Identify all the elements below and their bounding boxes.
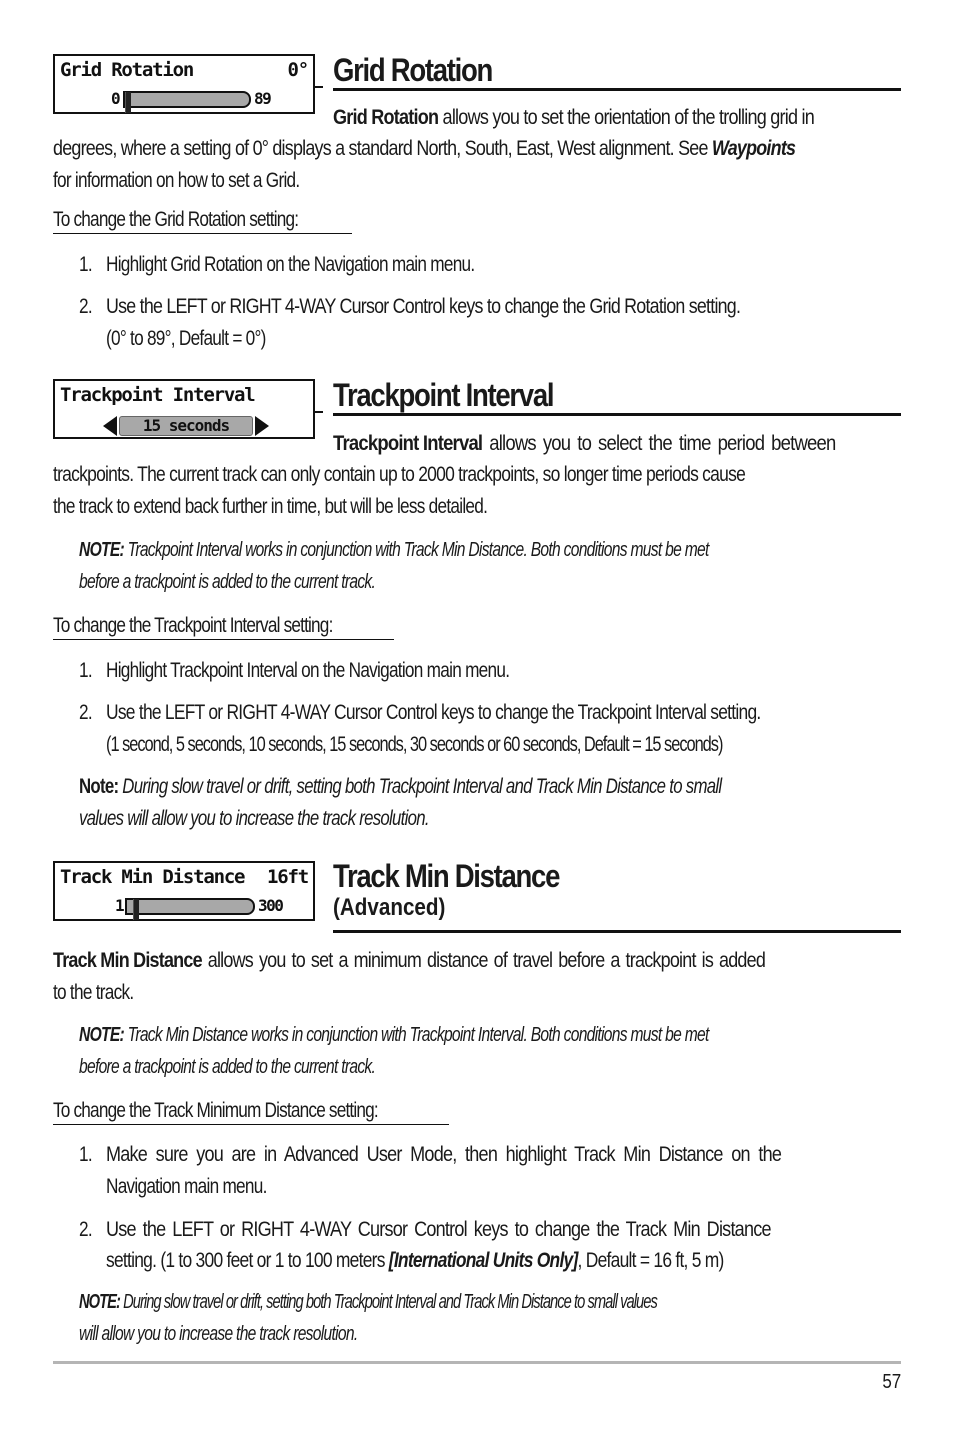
trackpoint-interval-intro-line3: the track to extend back further in time…: [53, 495, 488, 518]
step-number: 1.: [79, 253, 93, 276]
track-min-distance-note: NOTE: Track Min Distance works in conjun…: [79, 1024, 709, 1078]
step-text-continued: (0° to 89°, Default = 0°): [106, 327, 266, 350]
note-label: NOTE:: [79, 539, 125, 561]
trackpoint-interval-note: NOTE: Trackpoint Interval works in conju…: [79, 539, 709, 593]
term-bold: Track Min Distance: [53, 949, 203, 972]
note-label: Note:: [79, 775, 119, 798]
step-number: 2.: [79, 295, 93, 318]
trackpoint-interval-note-2: Note: During slow travel or drift, setti…: [79, 775, 722, 830]
procedure-title-track-min-distance: To change the Track Minimum Distance set…: [53, 1098, 450, 1125]
slider-thumb: [125, 92, 131, 113]
trackpoint-interval-menu-widget: Trackpoint Interval 15 seconds: [53, 379, 315, 439]
track-min-distance-intro-line1: Track Min Distance allows you to set a m…: [53, 949, 766, 972]
grid-rotation-intro-line3: for information on how to set a Grid.: [53, 169, 300, 192]
slider-max-label: 300: [258, 896, 284, 915]
widget-value: 16ft: [267, 866, 309, 888]
section-heading-trackpoint-interval: Trackpoint Interval: [333, 377, 901, 416]
slider-track: [123, 91, 251, 113]
step-text: Use the LEFT or RIGHT 4-WAY Cursor Contr…: [106, 295, 741, 318]
widget-connector: [315, 411, 323, 413]
note-label: NOTE:: [79, 1024, 125, 1046]
term-bold: Trackpoint Interval: [333, 432, 483, 455]
widget-value: 0°: [287, 59, 310, 81]
step-text: Use the LEFT or RIGHT 4-WAY Cursor Contr…: [106, 1218, 772, 1241]
widget-label: Grid Rotation: [60, 59, 194, 81]
slider-max-label: 89: [254, 89, 272, 108]
step-number: 1.: [79, 659, 93, 682]
step-number: 2.: [79, 701, 93, 724]
widget-connector: [315, 86, 323, 88]
step-text: Highlight Trackpoint Interval on the Nav…: [106, 659, 510, 682]
grid-rotation-slider: 0 89: [111, 89, 311, 113]
step-text-continued: Navigation main menu.: [106, 1175, 267, 1198]
procedure-title-grid-rotation: To change the Grid Rotation setting:: [53, 207, 353, 234]
footer-rule: [53, 1361, 901, 1364]
procedure-title-trackpoint-interval: To change the Trackpoint Interval settin…: [53, 613, 394, 640]
widget-label: Track Min Distance: [60, 866, 246, 888]
heading-title: Grid Rotation: [333, 52, 493, 88]
slider-thumb: [133, 899, 139, 920]
heading-subtitle: (Advanced): [333, 894, 446, 921]
widget-label: Trackpoint Interval: [60, 384, 256, 406]
heading-title: Track Min Distance: [333, 858, 560, 894]
step-number: 1.: [79, 1143, 93, 1166]
heading-title: Trackpoint Interval: [333, 377, 554, 413]
step-text: Make sure you are in Advanced User Mode,…: [106, 1143, 782, 1166]
track-min-distance-note-2: NOTE: During slow travel or drift, setti…: [79, 1291, 658, 1345]
step-number: 2.: [79, 1218, 93, 1241]
grid-rotation-intro-line2: degrees, where a setting of 0° displays …: [53, 137, 796, 160]
trackpoint-interval-intro-line1: Trackpoint Interval allows you to select…: [333, 432, 836, 455]
slider-min-label: 0: [111, 89, 121, 108]
track-min-distance-menu-widget: Track Min Distance 16ft 1 300: [53, 861, 315, 921]
slider-track: [125, 898, 255, 920]
section-heading-track-min-distance: Track Min Distance (Advanced): [333, 858, 901, 933]
page-number: 57: [882, 1371, 901, 1393]
international-units-note: [International Units Only]: [388, 1249, 579, 1272]
grid-rotation-menu-widget: Grid Rotation 0° 0 89: [53, 54, 315, 114]
left-arrow-icon: [103, 416, 117, 436]
right-arrow-icon: [255, 416, 269, 436]
track-min-distance-intro-line2: to the track.: [53, 981, 134, 1004]
step-text-continued: (1 second, 5 seconds, 10 seconds, 15 sec…: [106, 733, 723, 756]
step-text: Use the LEFT or RIGHT 4-WAY Cursor Contr…: [106, 701, 761, 724]
slider-min-label: 1: [115, 896, 125, 915]
grid-rotation-intro-line1: Grid Rotation allows you to set the orie…: [333, 106, 815, 129]
track-min-distance-slider: 1 300: [115, 896, 315, 920]
selected-value: 15 seconds: [119, 416, 253, 436]
trackpoint-interval-intro-line2: trackpoints. The current track can only …: [53, 463, 746, 486]
waypoints-reference: Waypoints: [711, 137, 796, 160]
step-text-continued: setting. (1 to 300 feet or 1 to 100 mete…: [106, 1249, 724, 1272]
note-label: NOTE:: [79, 1291, 121, 1313]
section-heading-grid-rotation: Grid Rotation: [333, 52, 901, 91]
term-bold: Grid Rotation: [333, 106, 439, 129]
step-text: Highlight Grid Rotation on the Navigatio…: [106, 253, 475, 276]
